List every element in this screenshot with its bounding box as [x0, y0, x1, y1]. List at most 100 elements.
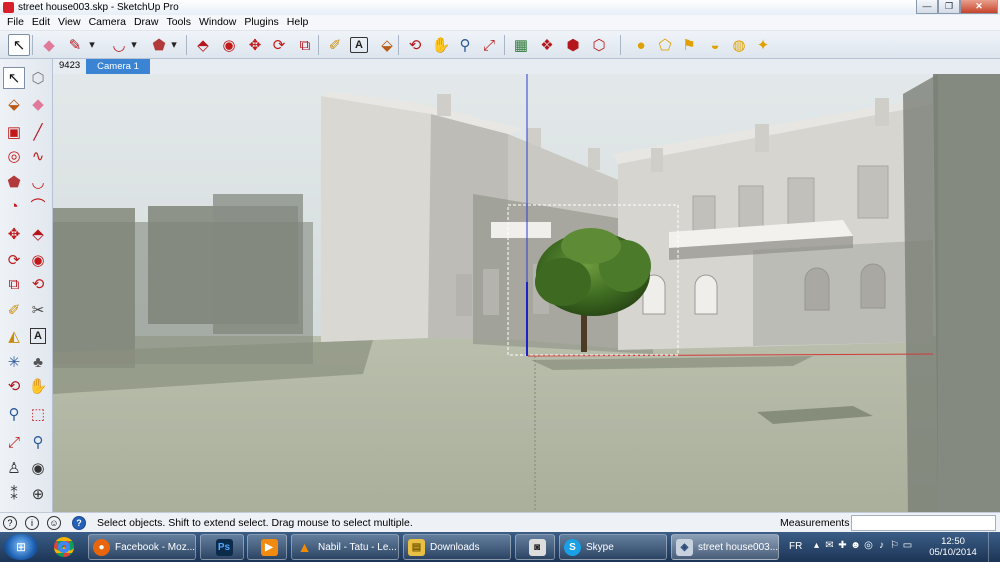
zoom-extents-icon[interactable]: ⤢ — [478, 34, 500, 56]
sun-icon[interactable]: ✦ — [752, 34, 774, 56]
push-pull-icon[interactable]: ⬘ — [192, 34, 214, 56]
scale-icon[interactable]: ⧉ — [3, 273, 25, 295]
taskbar-item-photoshop[interactable]: Ps — [200, 534, 244, 560]
tape-measure-icon[interactable]: ✐ — [3, 299, 25, 321]
move-icon[interactable]: ✥ — [3, 223, 25, 245]
show-desktop-button[interactable] — [988, 532, 1000, 562]
taskbar-item-media-player[interactable]: ▶ — [247, 534, 287, 560]
taskbar-item-skype[interactable]: S Skype — [559, 534, 667, 560]
zoom-icon[interactable]: ⚲ — [3, 403, 25, 425]
tape-measure-icon[interactable]: ✐ — [324, 34, 346, 56]
arc-icon[interactable]: ◡ — [108, 34, 130, 56]
zoom-extents-icon[interactable]: ⤢ — [3, 431, 25, 453]
offset-icon[interactable]: ⟲ — [27, 273, 49, 295]
help-icon[interactable]: ? — [72, 516, 86, 530]
rectangle-icon[interactable]: ▣ — [3, 121, 25, 143]
pencil-icon[interactable]: ✎ — [64, 34, 86, 56]
scene-tab-camera-1[interactable]: Camera 1 (ACT) — [86, 59, 150, 87]
menu-tools[interactable]: Tools — [162, 15, 195, 30]
taskbar-item-sketchup[interactable]: ◈ street house003.... — [671, 534, 779, 560]
menu-plugins[interactable]: Plugins — [240, 15, 282, 30]
extension-warehouse-icon[interactable]: ⬢ — [562, 34, 584, 56]
freehand-icon[interactable]: ∿ — [27, 145, 49, 167]
tray-messenger-icon[interactable]: ☻ — [849, 540, 862, 551]
rotate-icon[interactable]: ⟳ — [3, 249, 25, 271]
look-around-icon[interactable]: ◉ — [27, 457, 49, 479]
zoom-icon[interactable]: ⚲ — [454, 34, 476, 56]
zoom-window-icon[interactable]: ⬚ — [27, 403, 49, 425]
menu-window[interactable]: Window — [195, 15, 240, 30]
make-component-icon[interactable]: ⬡ — [27, 67, 49, 89]
credits-icon[interactable]: i — [25, 516, 39, 530]
warehouse-icon[interactable]: ▦ — [510, 34, 532, 56]
orbit-icon[interactable]: ⟲ — [404, 34, 426, 56]
paint-bucket-icon[interactable]: ⬙ — [3, 93, 25, 115]
menu-camera[interactable]: Camera — [85, 15, 130, 30]
tray-display-icon[interactable]: ▭ — [901, 540, 914, 551]
menu-edit[interactable]: Edit — [28, 15, 54, 30]
sandbox-icon[interactable]: ⚑ — [678, 34, 700, 56]
taskbar-item-vlc[interactable]: ▲ Nabil - Tatu - Le... — [291, 534, 399, 560]
polygon-icon[interactable]: ⬟ — [3, 171, 25, 193]
tray-mail-icon[interactable]: ✉ — [823, 540, 836, 551]
previous-view-icon[interactable]: ⚲ — [27, 431, 49, 453]
taskbar-item-firefox[interactable]: ● Facebook - Moz... — [88, 534, 196, 560]
geo-location-icon[interactable]: ⬠ — [654, 34, 676, 56]
arc-icon[interactable]: ◡ — [27, 171, 49, 193]
maximize-button[interactable]: ❐ — [938, 0, 960, 14]
dimension-icon[interactable]: ✂ — [27, 299, 49, 321]
circle-icon[interactable]: ◎ — [3, 145, 25, 167]
follow-me-icon[interactable]: ◉ — [218, 34, 240, 56]
select-icon[interactable]: ↖ — [8, 34, 30, 56]
scale-icon[interactable]: ⧉ — [294, 34, 316, 56]
pan-icon[interactable]: ✋ — [27, 375, 49, 397]
shadow-icon[interactable]: ● — [630, 34, 652, 56]
dropdown-arrow-icon[interactable]: ▾ — [86, 34, 98, 56]
tray-network-icon[interactable]: ◎ — [862, 540, 875, 551]
pan-icon[interactable]: ✋ — [430, 34, 452, 56]
terrain-icon[interactable]: ◒ — [704, 34, 726, 56]
polygon-icon[interactable]: ⬟ — [148, 34, 170, 56]
share-model-icon[interactable]: ⬡ — [588, 34, 610, 56]
text-icon[interactable]: A — [350, 37, 368, 53]
eraser-icon[interactable]: ◆ — [38, 34, 60, 56]
protractor-icon[interactable]: ◭ — [3, 325, 25, 347]
dropdown-arrow-icon[interactable]: ▾ — [128, 34, 140, 56]
two-point-arc-icon[interactable]: ⌒ — [27, 195, 49, 217]
menu-file[interactable]: File — [3, 15, 28, 30]
text-icon[interactable]: A — [30, 328, 46, 344]
move-icon[interactable]: ✥ — [244, 34, 266, 56]
3d-text-icon[interactable]: ♣ — [27, 351, 49, 373]
paint-bucket-icon[interactable]: ⬙ — [376, 34, 398, 56]
dropdown-arrow-icon[interactable]: ▾ — [168, 34, 180, 56]
select-icon[interactable]: ↖ — [3, 67, 25, 89]
taskbar-item-explorer[interactable]: ▤ Downloads — [403, 534, 511, 560]
line-icon[interactable]: ╱ — [27, 121, 49, 143]
position-camera-icon[interactable]: ♙ — [3, 457, 25, 479]
tray-volume-icon[interactable]: ♪ — [875, 540, 888, 551]
components-icon[interactable]: ❖ — [536, 34, 558, 56]
chrome-icon[interactable] — [44, 535, 84, 559]
follow-me-icon[interactable]: ◉ — [27, 249, 49, 271]
fog-icon[interactable]: ◍ — [728, 34, 750, 56]
geo-location-status-icon[interactable]: ? — [3, 516, 17, 530]
walk-icon[interactable]: ⁑ — [3, 483, 25, 505]
start-button[interactable]: ⊞ — [4, 534, 38, 560]
close-button[interactable]: ✕ — [960, 0, 998, 14]
tray-app-icon[interactable]: ✚ — [836, 540, 849, 551]
orbit-icon[interactable]: ⟲ — [3, 375, 25, 397]
taskbar-clock[interactable]: 12:50 05/10/2014 — [928, 536, 978, 558]
pie-icon[interactable]: ◔ — [3, 195, 25, 217]
taskbar-item-camera[interactable]: ◙ — [515, 534, 555, 560]
push-pull-icon[interactable]: ⬘ — [27, 223, 49, 245]
tray-expand-icon[interactable]: ▴ — [810, 540, 823, 551]
user-icon[interactable]: ☺ — [47, 516, 61, 530]
minimize-button[interactable]: — — [916, 0, 938, 14]
axes-icon[interactable]: ✳ — [3, 351, 25, 373]
rotate-icon[interactable]: ⟳ — [268, 34, 290, 56]
section-plane-icon[interactable]: ⊕ — [27, 483, 49, 505]
model-viewport[interactable] — [53, 74, 1000, 512]
menu-help[interactable]: Help — [283, 15, 313, 30]
tray-flag-icon[interactable]: ⚐ — [888, 540, 901, 551]
language-indicator[interactable]: FR — [789, 541, 802, 552]
